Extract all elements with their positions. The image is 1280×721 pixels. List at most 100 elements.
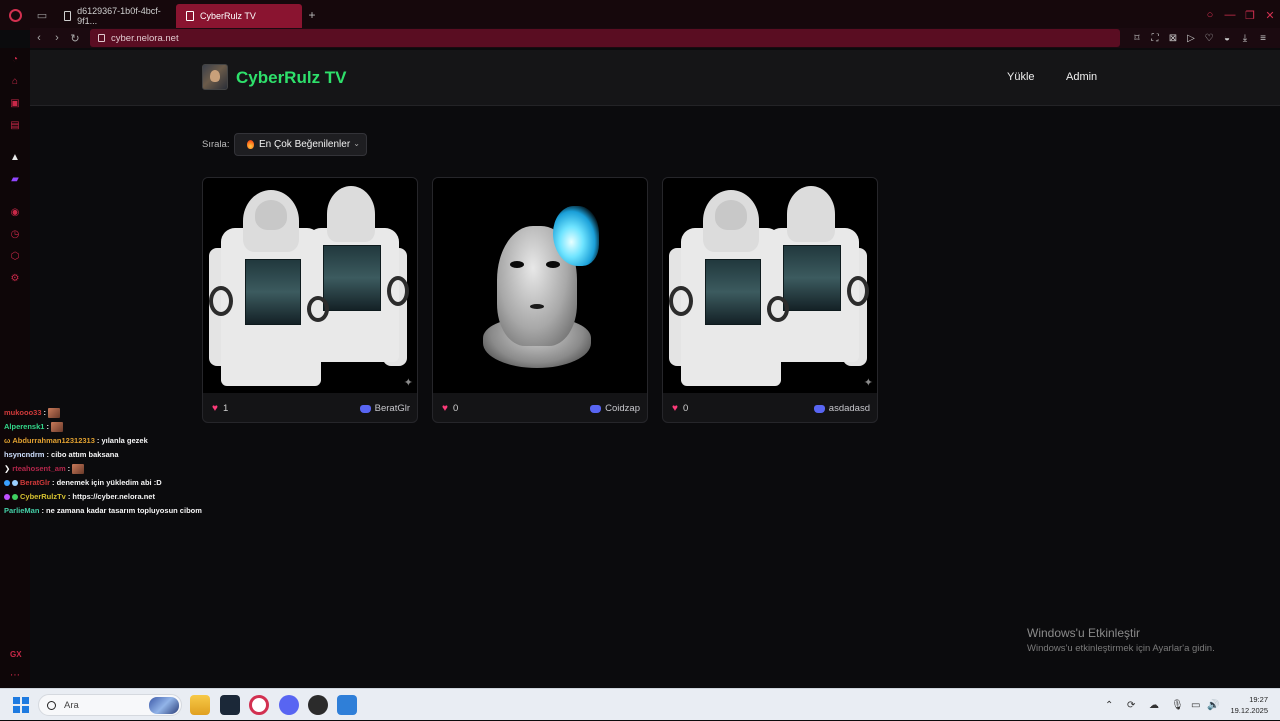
tray-chevron-icon[interactable]: ⌃ (1105, 689, 1113, 721)
document-icon (64, 11, 72, 21)
sort-select[interactable]: En Çok Beğenilenler ⌄ (234, 133, 367, 156)
chat-message: ParlieMan : ne zamana kadar tasarım topl… (0, 504, 230, 518)
system-clock[interactable]: 19:27 19.12.2025 (1230, 694, 1268, 716)
search-icon (47, 700, 56, 710)
chevron-down-icon: ⌄ (353, 139, 360, 148)
steam-icon[interactable] (220, 695, 240, 715)
restore-button[interactable]: ❐ (1240, 9, 1260, 22)
browser-tab-bar: ▭ d6129367-1b0f-4bcf-9f1... CyberRulz TV… (0, 0, 1280, 30)
player-icon[interactable]: ◉ (9, 207, 21, 219)
file-explorer-icon[interactable] (190, 695, 210, 715)
chat-text: : cibo attım baksana (46, 450, 119, 459)
gx-icon[interactable]: GX (10, 650, 22, 659)
badge-icon (12, 494, 18, 500)
design-card[interactable]: ✦ ♥ 1 BeratGlr (202, 177, 418, 423)
chat-text: : denemek için yükledim abi :D (52, 478, 162, 487)
emote-icon (48, 408, 61, 418)
discord-icon (590, 404, 602, 413)
sort-label: Sırala: (202, 139, 230, 150)
chat-message: hsyncndrm : cibo attım baksana (0, 448, 230, 462)
emote-icon (50, 422, 63, 432)
chat-message: ❯ rteahosent_am : (0, 462, 230, 476)
tab-active[interactable]: CyberRulz TV (176, 4, 302, 28)
reload-icon[interactable]: ↻ (66, 32, 84, 45)
chat-message: mukooo33 : (0, 406, 230, 420)
close-button[interactable]: ✕ (1260, 9, 1280, 22)
sparkle-icon: ✦ (403, 377, 413, 389)
windows-start-icon[interactable] (13, 697, 29, 713)
gx-cleaner-icon[interactable]: ▣ (9, 98, 21, 110)
chat-message: BeratGlr : denemek için yükledim abi :D (0, 476, 230, 490)
new-tab-button[interactable]: + (302, 8, 322, 22)
search-tabs-icon[interactable]: ○ (1200, 9, 1220, 21)
chat-message: ω Abdurrahman12312313 : yılanla gezek (0, 434, 230, 448)
chat-user: Abdurrahman12312313 (12, 436, 95, 445)
back-icon[interactable]: ‹ (30, 32, 48, 44)
download-icon[interactable]: ⤓ (1236, 33, 1254, 44)
tracker-icon[interactable]: ⊠ (1164, 33, 1182, 44)
news-icon[interactable]: ▤ (9, 120, 21, 132)
tab-inactive[interactable]: d6129367-1b0f-4bcf-9f1... (54, 4, 176, 28)
browser-sidebar: ◔ ⌂ ▣ ▤ ▲ ▰ ◉ ◷ ⬡ ⚙ GX ⋯ (0, 48, 30, 688)
taskbar: Ara ⌃ ⟳ ☁ 🎙 ▭ 🔊 19:27 19.12.2025 (0, 688, 1280, 720)
network-icon[interactable]: ▭ (1191, 689, 1200, 721)
easy-setup-icon[interactable]: ≡ (1254, 33, 1272, 44)
upload-link[interactable]: Yükle (1007, 71, 1035, 83)
sync-icon[interactable]: ⟳ (1127, 689, 1135, 721)
chat-text: : ne zamana kadar tasarım topluyosun cib… (41, 506, 202, 515)
flow-icon[interactable]: ▷ (1182, 33, 1200, 44)
hoodie-image: ✦ (203, 178, 417, 393)
volume-icon[interactable]: 🔊 (1207, 689, 1219, 721)
discord-icon (813, 404, 825, 413)
sparkle-icon: ✦ (863, 377, 873, 389)
photos-icon[interactable] (337, 695, 357, 715)
cloud-icon[interactable]: ☁ (1149, 689, 1159, 721)
brand-title[interactable]: CyberRulz TV (236, 68, 347, 88)
discord-icon[interactable] (279, 695, 299, 715)
design-card[interactable]: ♥ 0 Coidzap (432, 177, 648, 423)
badge-icon (4, 480, 10, 486)
mask-image (433, 178, 647, 393)
heart-icon[interactable]: ♥ (672, 403, 678, 414)
like-count: 0 (682, 403, 689, 414)
settings-icon[interactable]: ⚙ (9, 273, 21, 285)
sort-value: En Çok Beğenilenler (259, 139, 351, 150)
opera-gx-icon[interactable] (249, 695, 269, 715)
taskbar-search[interactable]: Ara (38, 694, 182, 716)
extensions-icon[interactable]: ⬡ (9, 251, 21, 263)
gx-corner-icon[interactable]: ⌂ (9, 76, 21, 88)
bookmark-icon[interactable]: ⌑ (1128, 33, 1146, 44)
microphone-icon[interactable]: 🎙 (1171, 689, 1184, 721)
admin-link[interactable]: Admin (1066, 71, 1097, 83)
profile-icon[interactable]: ◒ (1218, 33, 1236, 44)
snapshot-icon[interactable]: ⛶ (1146, 33, 1164, 44)
emote-icon (72, 464, 85, 474)
fire-icon (247, 140, 254, 149)
badge-icon: ω (4, 436, 11, 445)
more-icon[interactable]: ⋯ (10, 670, 20, 681)
heart-icon[interactable]: ♡ (1200, 33, 1218, 44)
activation-subtitle: Windows'u etkinleştirmek için Ayarlar'a … (1027, 643, 1215, 654)
author: Coidzap (590, 403, 640, 414)
chat-user: CyberRulzTv (20, 492, 66, 501)
brand-avatar[interactable] (202, 64, 228, 90)
clock-date: 19.12.2025 (1230, 706, 1268, 715)
obs-icon[interactable] (308, 695, 328, 715)
minimize-button[interactable]: — (1220, 9, 1240, 21)
twitch-icon[interactable]: ▰ (9, 174, 21, 186)
chat-user: hsyncndrm (4, 450, 45, 459)
url-field[interactable]: cyber.nelora.net (90, 29, 1120, 47)
opera-menu-icon[interactable] (0, 0, 30, 30)
aria-icon[interactable]: ▲ (9, 152, 21, 164)
history-icon[interactable]: ◷ (9, 229, 21, 241)
tab-islands-icon[interactable]: ▭ (30, 0, 54, 30)
gx-control-icon[interactable]: ◔ (9, 54, 21, 66)
heart-icon[interactable]: ♥ (442, 403, 448, 414)
author-name: asdadasd (828, 403, 870, 414)
stream-chat-overlay: mukooo33 : Alperensk1 : ω Abdurrahman123… (0, 406, 230, 518)
author: BeratGlr (359, 403, 410, 414)
chat-user: ParlieMan (4, 506, 40, 515)
like-count: 0 (452, 403, 459, 414)
forward-icon[interactable]: › (48, 32, 66, 44)
design-card[interactable]: ✦ ♥ 0 asdadasd (662, 177, 878, 423)
